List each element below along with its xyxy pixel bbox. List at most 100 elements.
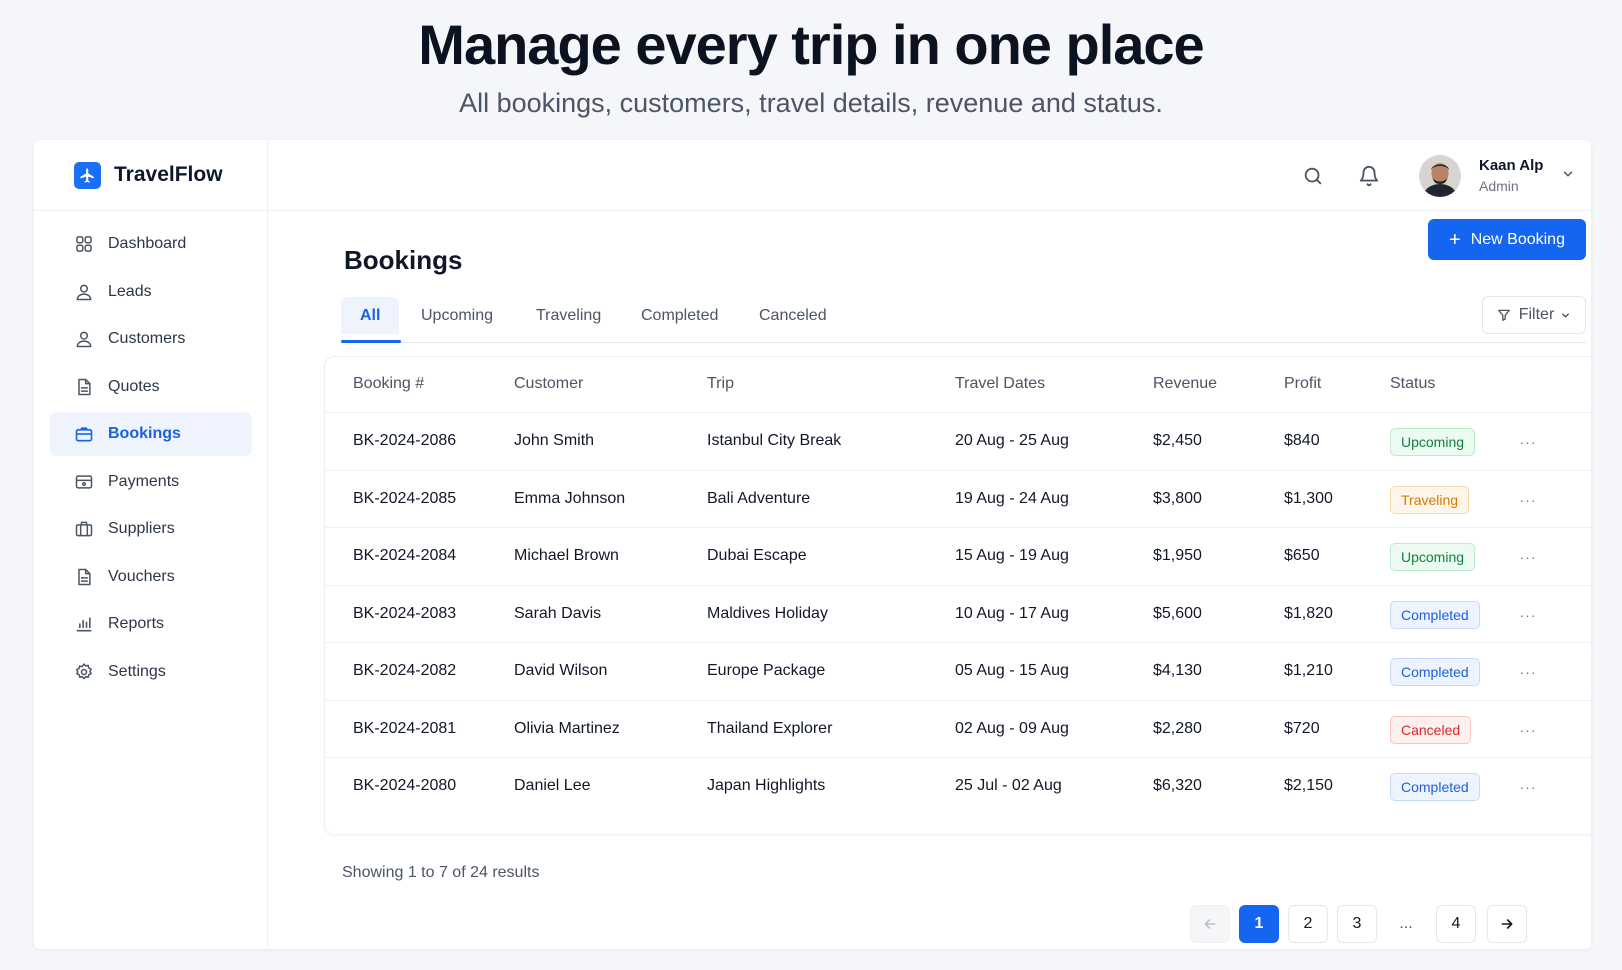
- wallet-icon: [74, 472, 108, 492]
- status-badge: Completed: [1390, 773, 1480, 801]
- table-row[interactable]: BK-2024-2082 David Wilson Europe Package 05…: [325, 643, 1591, 701]
- column-header-revenue[interactable]: Revenue: [1153, 375, 1217, 393]
- more-options-icon[interactable]: ···: [1515, 659, 1541, 685]
- sidebar-item-vouchers[interactable]: Vouchers: [50, 555, 252, 599]
- sidebar-item-reports[interactable]: Reports: [50, 602, 252, 646]
- tab-upcoming[interactable]: Upcoming: [402, 297, 512, 334]
- travel-dates: 05 Aug - 15 Aug: [955, 662, 1069, 679]
- new-booking-label: New Booking: [1470, 230, 1565, 248]
- travel-dates: 15 Aug - 19 Aug: [955, 547, 1069, 564]
- sidebar-item-label: Vouchers: [108, 567, 175, 585]
- search-icon[interactable]: [1299, 162, 1327, 190]
- column-header-travel-dates[interactable]: Travel Dates: [955, 375, 1045, 393]
- prev-page-arrow-icon[interactable]: [1190, 905, 1230, 943]
- profit: $1,820: [1284, 604, 1333, 622]
- column-header-profit[interactable]: Profit: [1284, 375, 1321, 393]
- trip-name: Thailand Explorer: [707, 719, 833, 737]
- customer-name: Sarah Davis: [514, 604, 602, 622]
- trip-name: Bali Adventure: [707, 489, 811, 507]
- topbar: Kaan Alp Admin: [268, 140, 1591, 211]
- travel-dates: 25 Jul - 02 Aug: [955, 777, 1062, 794]
- page-button[interactable]: 1: [1239, 905, 1279, 943]
- sidebar-item-suppliers[interactable]: Suppliers: [50, 507, 252, 551]
- trip-name: Japan Highlights: [707, 777, 826, 794]
- tab-label: Canceled: [759, 306, 827, 324]
- chevron-down-icon[interactable]: [1561, 167, 1575, 186]
- page-button[interactable]: 3: [1337, 905, 1377, 943]
- tab-all[interactable]: All: [341, 297, 400, 334]
- revenue: $4,130: [1153, 662, 1202, 679]
- trip-name: Dubai Escape: [707, 547, 807, 564]
- customer-name: David Wilson: [514, 662, 608, 679]
- status-badge: Upcoming: [1390, 428, 1476, 456]
- booking-id: BK-2024-2083: [353, 604, 457, 622]
- more-options-icon[interactable]: ···: [1515, 774, 1541, 800]
- table-row[interactable]: BK-2024-2081 Olivia Martinez Thailand Expl…: [325, 701, 1591, 758]
- more-options-icon[interactable]: ···: [1515, 429, 1541, 455]
- trip-name: Europe Package: [707, 662, 826, 679]
- page-title: Bookings: [344, 245, 463, 275]
- more-options-icon[interactable]: ···: [1515, 487, 1541, 513]
- profit: $1,210: [1284, 662, 1333, 679]
- page-button[interactable]: 2: [1288, 905, 1328, 943]
- sidebar-item-leads[interactable]: Leads: [50, 270, 252, 314]
- filter-label: Filter: [1518, 306, 1555, 323]
- user-menu[interactable]: Kaan Alp Admin: [1419, 155, 1575, 197]
- tab-label: Upcoming: [421, 306, 494, 324]
- sidebar-item-bookings[interactable]: Bookings: [50, 412, 252, 456]
- column-header-status[interactable]: Status: [1390, 375, 1435, 393]
- hero-subtitle: All bookings, customers, travel details,…: [459, 88, 1163, 118]
- sidebar-item-customers[interactable]: Customers: [50, 317, 252, 361]
- page-button[interactable]: 4: [1436, 905, 1476, 943]
- tab-canceled[interactable]: Canceled: [740, 297, 846, 334]
- funnel-icon: [1497, 308, 1511, 322]
- active-tab-indicator: [341, 340, 401, 343]
- sidebar-item-dashboard[interactable]: Dashboard: [50, 222, 252, 266]
- table-header: Booking # Customer Trip Travel Dates Rev…: [325, 357, 1591, 413]
- profit: $840: [1284, 432, 1320, 449]
- sidebar: TravelFlow Dashboard Leads Customers Quotes…: [34, 140, 268, 949]
- plane-logo-icon: [74, 161, 101, 189]
- column-header-customer[interactable]: Customer: [514, 375, 583, 393]
- bell-icon[interactable]: [1355, 162, 1383, 190]
- status-badge: Upcoming: [1390, 543, 1476, 571]
- filter-button[interactable]: Filter: [1482, 296, 1586, 334]
- table-row[interactable]: BK-2024-2086 John Smith Istanbul City Brea…: [325, 413, 1591, 471]
- table-row[interactable]: BK-2024-2085 Emma Johnson Bali Adventure 19…: [325, 471, 1591, 528]
- booking-id: BK-2024-2082: [353, 662, 457, 679]
- sidebar-item-label: Dashboard: [108, 235, 187, 252]
- app-window: TravelFlow Dashboard Leads Customers Quotes…: [34, 140, 1591, 949]
- sidebar-item-quotes[interactable]: Quotes: [50, 365, 252, 409]
- travel-dates: 02 Aug - 09 Aug: [955, 719, 1069, 737]
- new-booking-button[interactable]: + New Booking: [1428, 219, 1586, 260]
- tab-traveling[interactable]: Traveling: [517, 297, 620, 334]
- sidebar-item-settings[interactable]: Settings: [50, 650, 252, 694]
- booking-id: BK-2024-2081: [353, 719, 457, 737]
- booking-id: BK-2024-2085: [353, 489, 457, 507]
- column-header-trip[interactable]: Trip: [707, 375, 734, 393]
- next-page-arrow-icon[interactable]: [1487, 905, 1527, 943]
- brand[interactable]: TravelFlow: [34, 140, 268, 211]
- sidebar-item-label: Leads: [108, 282, 152, 300]
- status-tabs: All Upcoming Traveling Completed Cancele…: [341, 288, 1586, 343]
- sidebar-item-label: Quotes: [108, 377, 160, 395]
- revenue: $2,280: [1153, 719, 1202, 737]
- luggage-icon: [74, 519, 108, 539]
- bookings-table: Booking # Customer Trip Travel Dates Rev…: [324, 356, 1591, 835]
- more-options-icon[interactable]: ···: [1515, 544, 1541, 570]
- column-header-booking[interactable]: Booking #: [353, 375, 424, 393]
- table-row[interactable]: BK-2024-2080 Daniel Lee Japan Highlights 25…: [325, 758, 1591, 816]
- more-options-icon[interactable]: ···: [1515, 717, 1541, 743]
- table-row[interactable]: BK-2024-2084 Michael Brown Dubai Escape 15 …: [325, 528, 1591, 586]
- document-icon: [74, 567, 108, 587]
- more-options-icon[interactable]: ···: [1515, 602, 1541, 628]
- sidebar-item-payments[interactable]: Payments: [50, 460, 252, 504]
- customer-name: Michael Brown: [514, 547, 619, 564]
- tab-label: Traveling: [536, 306, 602, 324]
- table-row[interactable]: BK-2024-2083 Sarah Davis Maldives Holiday 1…: [325, 586, 1591, 643]
- profit: $720: [1284, 719, 1320, 737]
- tab-completed[interactable]: Completed: [622, 297, 737, 334]
- revenue: $6,320: [1153, 777, 1202, 794]
- briefcase-icon: [74, 424, 108, 444]
- tab-label: Completed: [641, 306, 719, 324]
